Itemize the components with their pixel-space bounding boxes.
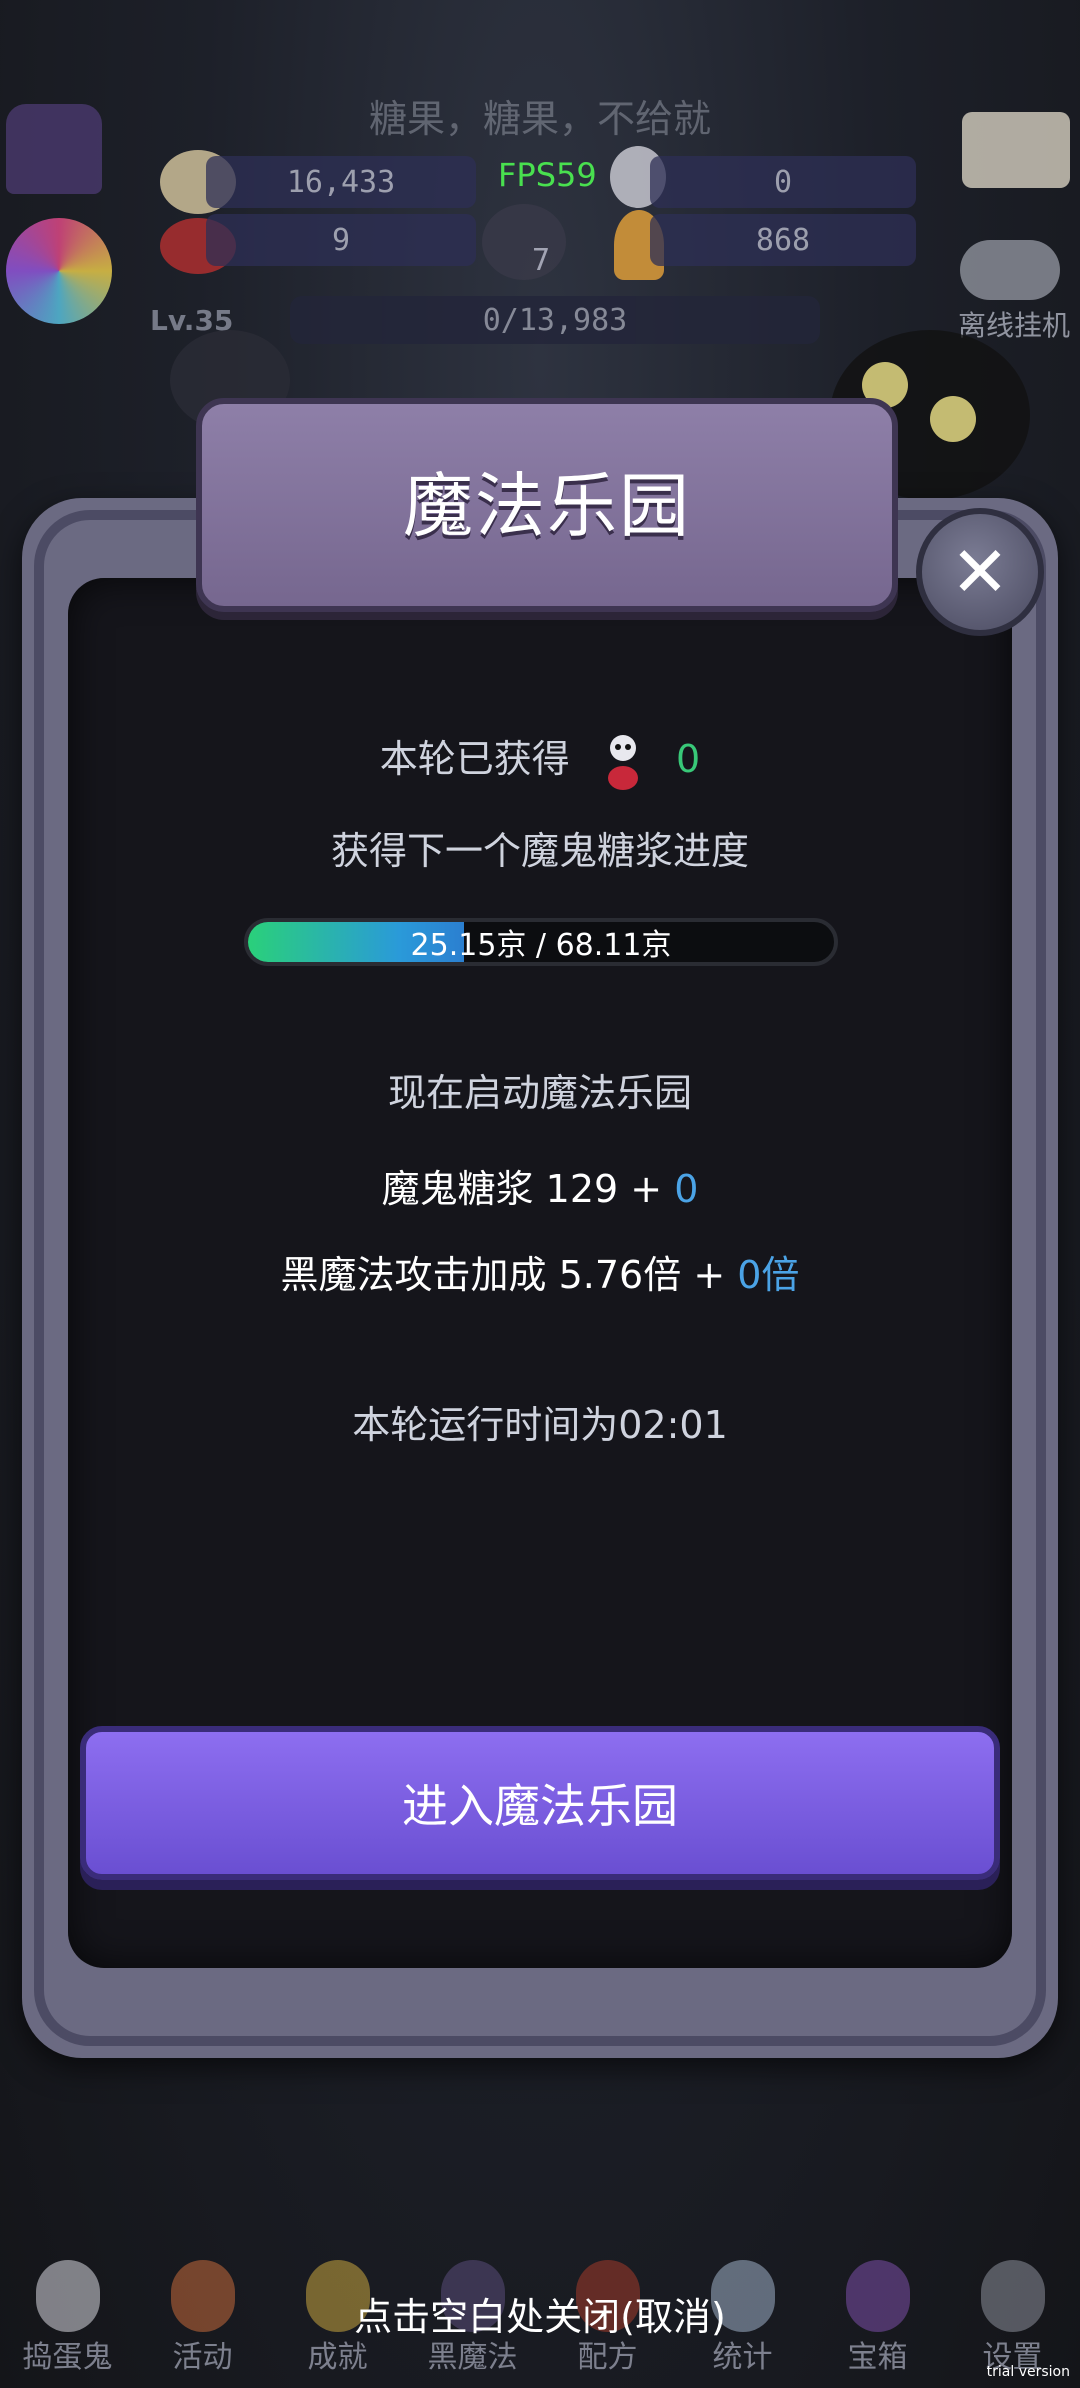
start-label: 现在启动魔法乐园	[387, 1071, 692, 1115]
offline-idle-label[interactable]: 离线挂机	[958, 304, 1070, 344]
syrup-label: 魔鬼糖浆 129 +	[381, 1167, 663, 1211]
game-title: 糖果，糖果，不给就	[368, 97, 711, 141]
corn-count: 868	[650, 214, 916, 266]
obtained-value: 0	[676, 737, 701, 781]
enter-magic-park-button[interactable]: 进入魔法乐园	[80, 1726, 1000, 1880]
watermark: trial version	[986, 2364, 1070, 2380]
attack-label: 黑魔法攻击加成 5.76倍 +	[280, 1253, 726, 1297]
xp-bar: 0/13,983	[290, 296, 820, 344]
cauldron-count: 7	[531, 242, 551, 278]
dialog-title: 魔法乐园	[403, 465, 691, 547]
attack-bonus: 0倍	[737, 1253, 800, 1297]
lollipop-icon[interactable]	[6, 218, 112, 324]
candy2-count: 9	[206, 214, 476, 266]
obtained-row: 本轮已获得 0	[68, 728, 1012, 792]
candy-count: 16,433	[206, 156, 476, 208]
syrup-count: 0	[650, 156, 916, 208]
skull-potion-icon	[607, 734, 638, 790]
mail-envelope-icon[interactable]	[962, 112, 1070, 188]
obtained-label: 本轮已获得	[379, 737, 570, 781]
syrup-progress-bar: 25.15京 / 68.11京	[244, 918, 838, 966]
syrup-bonus: 0	[674, 1167, 699, 1211]
attack-row: 黑魔法攻击加成 5.76倍 + 0倍	[68, 1244, 1012, 1299]
fish-bone-icon[interactable]	[960, 240, 1060, 300]
cat-eye-icon	[930, 396, 976, 442]
fps-counter: FPS59	[498, 156, 597, 194]
close-button[interactable]: ✕	[916, 508, 1044, 636]
close-icon: ✕	[950, 531, 1010, 613]
syrup-row: 魔鬼糖浆 129 + 0	[68, 1158, 1012, 1213]
next-progress-label: 获得下一个魔鬼糖浆进度	[330, 829, 749, 873]
runtime-label: 本轮运行时间为02:01	[352, 1403, 728, 1447]
witch-hat-icon	[6, 104, 102, 194]
progress-text: 25.15京 / 68.11京	[410, 928, 672, 963]
close-hint[interactable]: 点击空白处关闭(取消)	[0, 2286, 1080, 2341]
